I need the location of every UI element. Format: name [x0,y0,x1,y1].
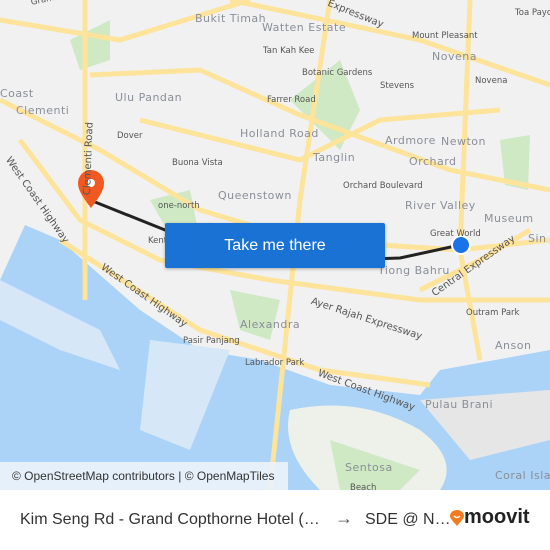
take-me-there-button[interactable]: Take me there [165,223,385,268]
map-attribution[interactable]: © OpenStreetMap contributors | © OpenMap… [0,462,288,490]
map-place-label: Museum [484,212,534,225]
map-place-label: Great World [430,229,481,239]
map-place-label: Tanglin [313,151,356,164]
brand-name: moovit [464,506,530,528]
map-place-label: Pasir Panjang [183,336,240,346]
map-place-label: Alexandra [240,318,301,331]
footer-bar: Kim Seng Rd - Grand Copthorne Hotel (… →… [0,490,550,550]
map-place-label: Labrador Park [245,358,305,368]
map-place-label: Ardmore [385,134,436,147]
map-place-label: Pulau Brani [425,398,494,411]
moovit-logo[interactable]: moovit [450,506,530,529]
map-place-label: Outram Park [466,308,520,318]
map-place-label: Novena [475,76,508,86]
map-place-label: one-north [158,201,200,211]
map-place-label: Tiong Bahru [378,264,450,277]
map-place-label: Botanic Gardens [302,68,373,78]
map-place-label: Coral Island [495,469,550,482]
arrow-right-icon: → [335,508,353,528]
map-place-label: Newton [441,135,487,148]
map-place-label: Holland Road [240,127,319,140]
map-place-label: River Valley [405,199,476,212]
map-place-label: Farrer Road [267,95,316,105]
map-place-label: Ulu Pandan [115,91,183,104]
map-place-label: Queenstown [218,189,292,202]
map-place-label: Novena [432,50,477,63]
map-place-label: Dover [117,131,143,141]
map-place-label: Watten Estate [262,21,347,34]
map-place-label: Sin [528,232,547,245]
map-place-label: Coast [0,87,34,100]
map-place-label: Tan Kah Kee [263,46,315,56]
origin-stop-name: Kim Seng Rd - Grand Copthorne Hotel (… [20,511,320,528]
map-place-label: Clementi [16,104,70,117]
map[interactable]: Grand ExpresswayBukit TimahWatten Estate… [0,0,550,490]
map-place-label: Anson [495,339,532,352]
map-place-label: Stevens [380,81,415,91]
map-place-label: Toa Payoh [515,8,550,18]
map-place-label: Orchard [409,155,457,168]
moovit-pin-icon [450,509,464,526]
map-place-label: Beach [350,483,377,490]
map-place-label: Sentosa [345,461,393,474]
map-place-label: Buona Vista [172,158,223,168]
map-place-label: Bukit Timah [195,12,267,25]
destination-stop-name: SDE @ N… [365,511,451,528]
map-place-label: Orchard Boulevard [343,181,423,191]
map-place-label: Mount Pleasant [412,31,478,41]
